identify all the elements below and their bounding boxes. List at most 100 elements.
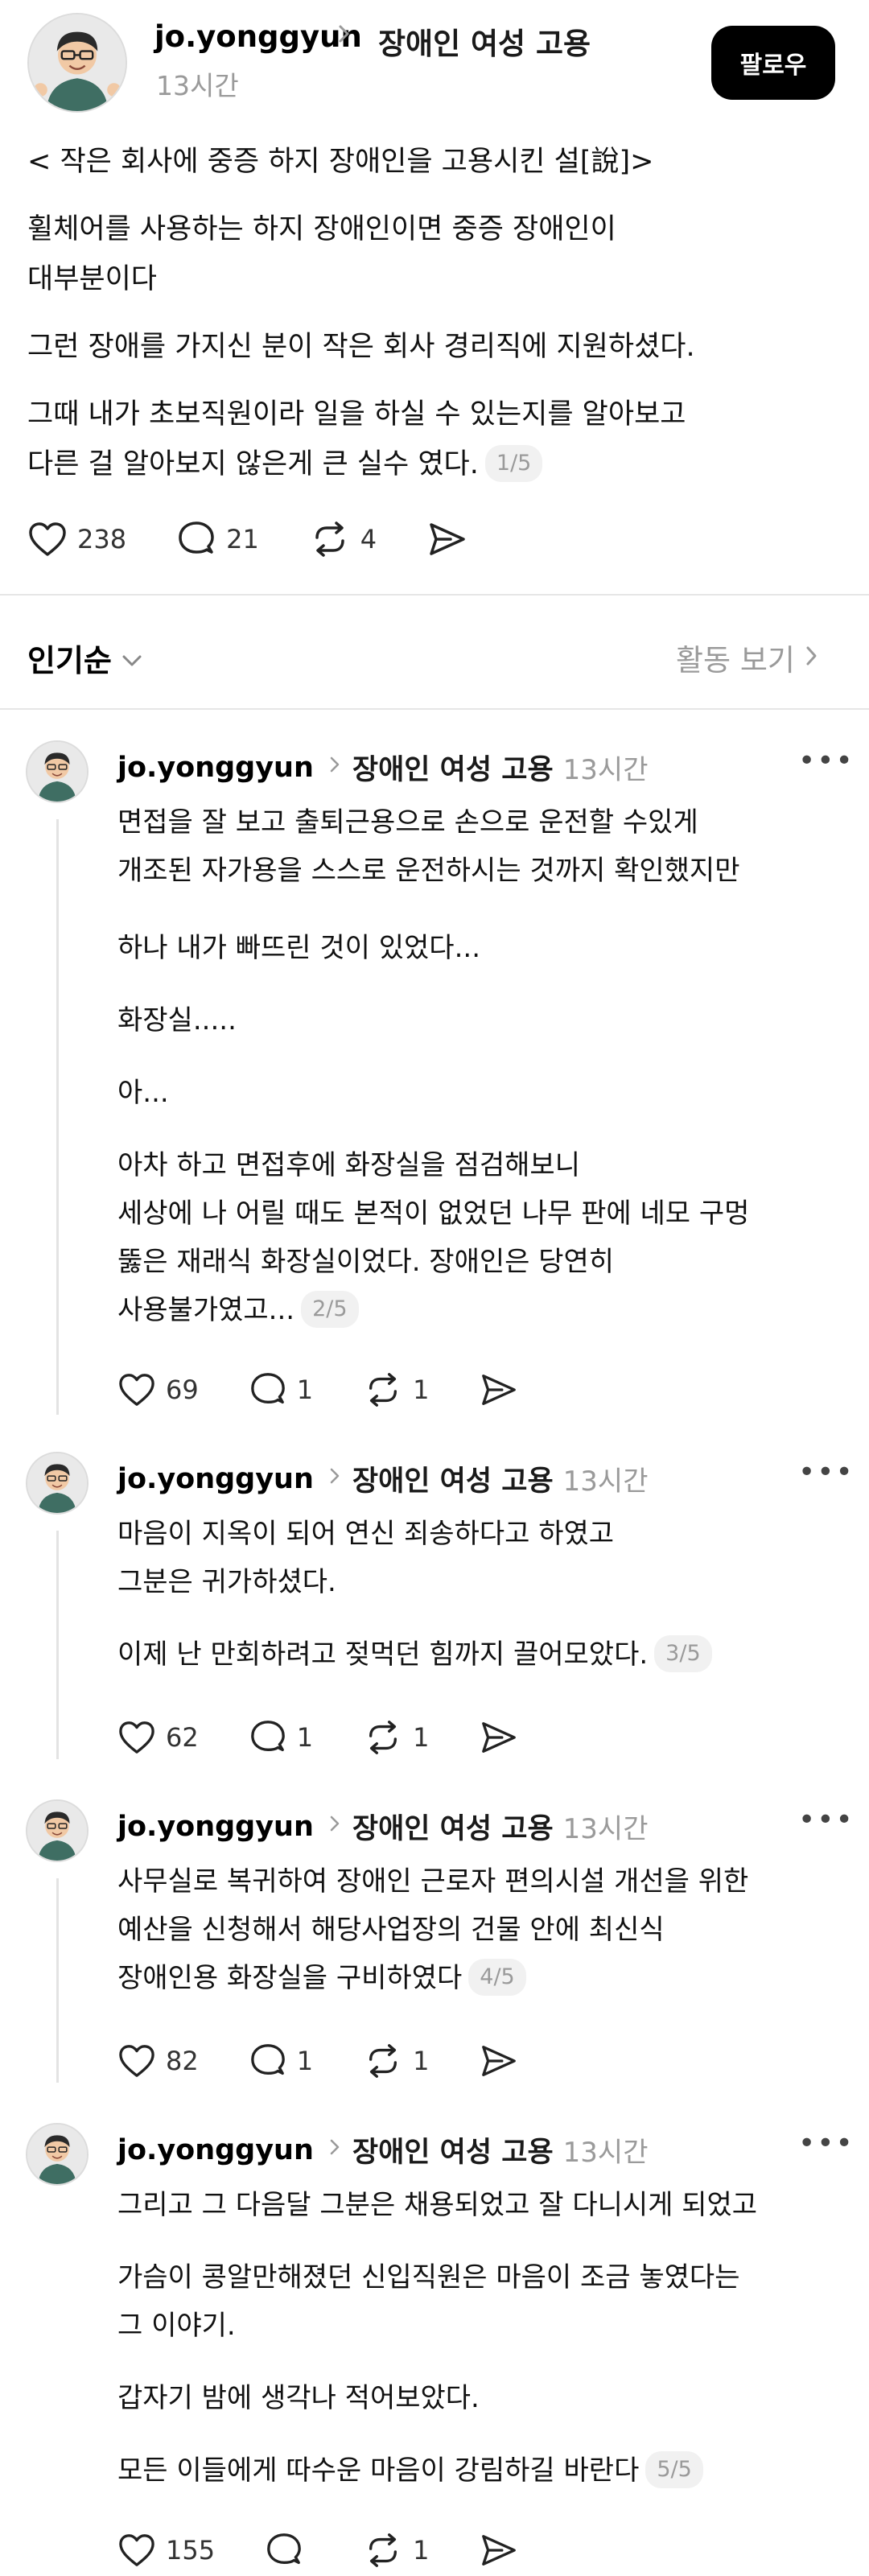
repost-count: 1 — [413, 2046, 430, 2076]
like-count: 155 — [166, 2535, 216, 2566]
reply-paragraph: 면접을 잘 보고 출퇴근용으로 손으로 운전할 수있게 개조된 자가용을 스스로… — [117, 806, 740, 887]
chevron-right-icon — [336, 20, 352, 55]
reply-paragraph: 사무실로 복귀하여 장애인 근로자 편의시설 개선을 위한 예산을 신청해서 해… — [117, 1865, 749, 1996]
reply-paragraph: 갑자기 밤에 생각나 적어보았다. — [117, 2382, 480, 2414]
page-indicator: 2/5 — [301, 1291, 359, 1328]
follow-button[interactable]: 팔로우 — [711, 26, 835, 100]
chevron-right-icon — [328, 1465, 341, 1494]
reply-avatar[interactable] — [26, 1452, 89, 1515]
view-activity-link[interactable]: 활동 보기 — [676, 636, 819, 679]
like-button[interactable]: 62 — [117, 1720, 199, 1755]
reply-username[interactable]: jo.yonggyun — [117, 752, 314, 784]
share-button[interactable] — [479, 1719, 519, 1756]
topic-tag[interactable]: 장애인 여성 고용 — [378, 19, 591, 63]
heart-icon — [117, 1720, 156, 1755]
comment-bubble-icon — [249, 1719, 287, 1756]
more-dots-icon[interactable]: ••• — [798, 744, 855, 777]
thread-line — [56, 819, 59, 1415]
post-timestamp: 13시간 — [156, 70, 239, 101]
reply-timestamp: 13시간 — [562, 754, 649, 786]
heart-icon — [117, 2533, 156, 2568]
reply-header: jo.yonggyun 장애인 여성 고용 13시간 — [117, 1806, 648, 1847]
repost-button[interactable]: 1 — [363, 2042, 429, 2079]
reply-timestamp: 13시간 — [562, 1465, 649, 1498]
divider — [0, 708, 869, 710]
comment-bubble-icon — [249, 1371, 287, 1408]
share-send-icon — [479, 1719, 519, 1756]
heart-icon — [27, 521, 68, 558]
divider — [0, 594, 869, 596]
reply-topic-tag[interactable]: 장애인 여성 고용 — [352, 2129, 554, 2170]
reply-button[interactable] — [265, 2532, 313, 2569]
share-send-icon — [426, 520, 468, 558]
chevron-right-icon — [328, 1812, 341, 1841]
heart-icon — [117, 1372, 156, 1408]
reply-topic-tag[interactable]: 장애인 여성 고용 — [352, 747, 554, 788]
comment-bubble-icon — [249, 2042, 287, 2079]
reply-button[interactable]: 21 — [176, 520, 259, 558]
reply-header: jo.yonggyun 장애인 여성 고용 13시간 — [117, 2129, 648, 2170]
reply-paragraph: 마음이 지옥이 되어 연신 죄송하다고 하였고 그분은 귀가하셨다. — [117, 1518, 615, 1598]
like-count: 62 — [166, 1722, 199, 1753]
reply-actions: 82 1 1 — [117, 2042, 569, 2079]
reply-count: 1 — [296, 1375, 314, 1405]
chevron-right-icon — [328, 753, 341, 782]
repost-button[interactable]: 1 — [363, 1719, 429, 1756]
share-send-icon — [479, 1371, 519, 1408]
share-button[interactable] — [426, 520, 468, 558]
post-actions: 238 21 4 — [27, 520, 518, 558]
post-paragraph: 그런 장애를 가지신 분이 작은 회사 경리직에 지원하셨다. — [27, 331, 695, 363]
more-dots-icon[interactable]: ••• — [798, 1803, 855, 1836]
reply-header: jo.yonggyun 장애인 여성 고용 13시간 — [117, 747, 648, 788]
sort-dropdown[interactable]: 인기순 — [27, 636, 144, 680]
repost-button[interactable]: 4 — [309, 520, 377, 558]
heart-icon — [117, 2043, 156, 2079]
reply-topic-tag[interactable]: 장애인 여성 고용 — [352, 1458, 554, 1499]
chevron-right-icon — [795, 641, 819, 675]
repost-icon — [363, 2532, 403, 2569]
reply-paragraph: 화장실..... — [117, 1004, 237, 1037]
share-button[interactable] — [479, 2042, 519, 2079]
repost-icon — [363, 1371, 403, 1408]
repost-count: 4 — [360, 524, 377, 554]
reply-timestamp: 13시간 — [562, 2137, 649, 2169]
like-button[interactable]: 238 — [27, 521, 126, 558]
post-paragraph: 그때 내가 초보직원이라 일을 하실 수 있는지를 알아보고 다른 걸 알아보지… — [27, 398, 686, 482]
more-dots-icon[interactable]: ••• — [798, 2127, 855, 2160]
reply-avatar[interactable] — [26, 740, 89, 803]
author-avatar[interactable] — [27, 13, 127, 113]
comment-bubble-icon — [265, 2532, 303, 2569]
reply-avatar[interactable] — [26, 2123, 89, 2186]
reply-count: 1 — [296, 2046, 314, 2076]
reply-timestamp: 13시간 — [562, 1813, 649, 1845]
more-dots-icon[interactable]: ••• — [798, 1456, 855, 1489]
reply-button[interactable]: 1 — [249, 1719, 313, 1756]
like-count: 82 — [166, 2046, 199, 2076]
share-button[interactable] — [479, 2532, 519, 2569]
thread-line — [56, 1878, 59, 2083]
repost-button[interactable]: 1 — [363, 1371, 429, 1408]
repost-icon — [363, 1719, 403, 1756]
reply-button[interactable]: 1 — [249, 1371, 313, 1408]
like-button[interactable]: 82 — [117, 2043, 199, 2079]
reply-username[interactable]: jo.yonggyun — [117, 1811, 314, 1843]
author-username[interactable]: jo.yonggyun — [154, 19, 362, 54]
repost-icon — [363, 2042, 403, 2079]
post-paragraph: < 작은 회사에 중증 하지 장애인을 고용시킨 설[說]> — [27, 146, 654, 178]
like-count: 69 — [166, 1375, 199, 1405]
repost-button[interactable]: 1 — [363, 2532, 429, 2569]
reply-button[interactable]: 1 — [249, 2042, 313, 2079]
reply-paragraph: 아차 하고 면접후에 화장실을 점검해보니 세상에 나 어릴 때도 본적이 없었… — [117, 1149, 750, 1328]
chevron-down-icon — [112, 641, 144, 676]
like-button[interactable]: 155 — [117, 2533, 215, 2568]
reply-username[interactable]: jo.yonggyun — [117, 1463, 314, 1495]
reply-username[interactable]: jo.yonggyun — [117, 2134, 314, 2166]
like-button[interactable]: 69 — [117, 1372, 199, 1408]
chevron-right-icon — [328, 2136, 341, 2165]
share-button[interactable] — [479, 1371, 519, 1408]
reply-paragraph: 아... — [117, 1077, 169, 1109]
reply-paragraph: 하나 내가 빠뜨린 것이 있었다... — [117, 932, 481, 964]
reply-paragraph: 이제 난 만회하려고 젖먹던 힘까지 끌어모았다. 3/5 — [117, 1630, 712, 1679]
reply-avatar[interactable] — [26, 1799, 89, 1862]
reply-topic-tag[interactable]: 장애인 여성 고용 — [352, 1806, 554, 1847]
